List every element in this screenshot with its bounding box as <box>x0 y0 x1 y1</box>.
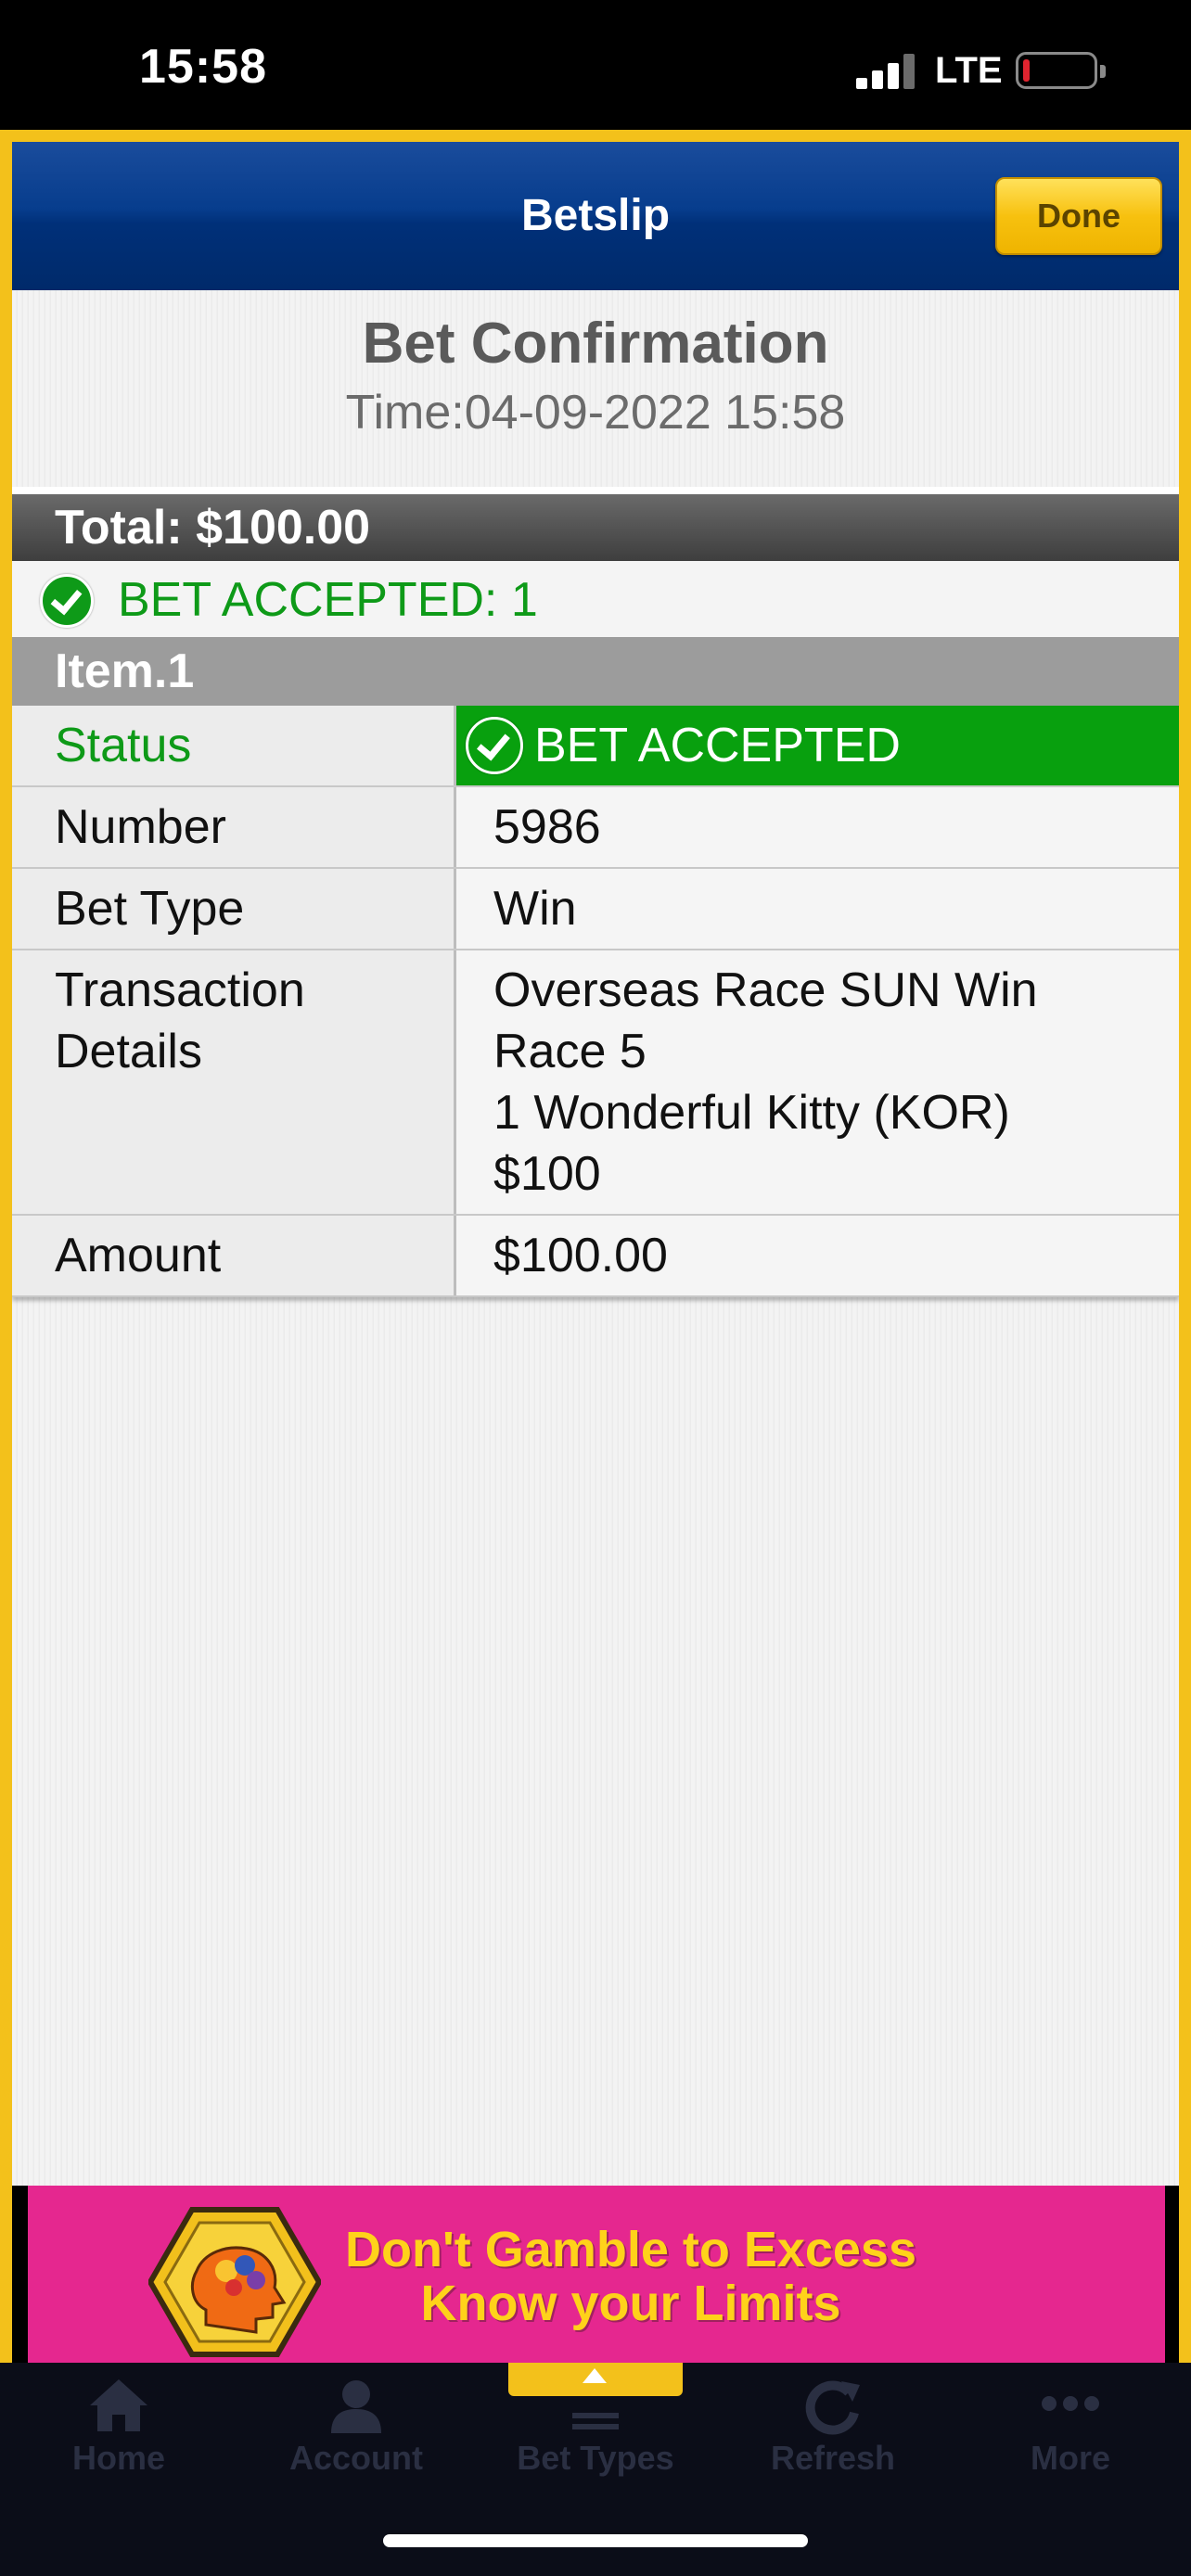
transaction-line: Overseas Race SUN Win <box>493 963 1038 1017</box>
done-button[interactable]: Done <box>995 177 1162 255</box>
divider <box>12 487 1179 494</box>
confirmation-content: Bet Confirmation Time:04-09-2022 15:58 T… <box>12 290 1179 2315</box>
status-label: Status <box>12 706 456 785</box>
tab-label: Home <box>71 2439 166 2477</box>
transaction-label: Transaction Details <box>12 950 456 1214</box>
tab-label: Bet Types <box>517 2439 674 2477</box>
tab-refresh[interactable]: Refresh <box>714 2363 952 2493</box>
bet-type-label: Bet Type <box>12 869 456 949</box>
table-row-amount: Amount $100.00 <box>12 1216 1179 1297</box>
item-title: Item.1 <box>12 637 1179 706</box>
table-row-status: Status BET ACCEPTED <box>12 706 1179 787</box>
transaction-label-line: Transaction <box>55 963 305 1017</box>
betslip-header: Betslip Done <box>12 142 1179 290</box>
home-indicator[interactable] <box>383 2534 808 2547</box>
amount-value: $100.00 <box>456 1216 1179 1295</box>
total-amount: Total: $100.00 <box>12 494 1179 561</box>
tab-home[interactable]: Home <box>0 2363 237 2493</box>
transaction-line: $100 <box>493 1147 601 1201</box>
refresh-icon <box>805 2380 860 2435</box>
ios-status-bar: 15:58 LTE <box>0 0 1191 130</box>
number-label: Number <box>12 787 456 867</box>
bet-type-value: Win <box>456 869 1179 949</box>
banner-line-2: Know your Limits <box>420 2276 841 2331</box>
more-icon <box>1042 2396 1099 2411</box>
bet-detail-table: Status BET ACCEPTED Number 5986 Bet Type… <box>12 706 1179 1297</box>
status-time: 15:58 <box>139 40 267 94</box>
table-row-number: Number 5986 <box>12 787 1179 869</box>
accepted-count: BET ACCEPTED: 1 <box>118 573 538 627</box>
transaction-label-line: Details <box>55 1025 202 1078</box>
check-circle-icon <box>466 717 523 774</box>
tab-label: More <box>1030 2439 1110 2477</box>
table-row-bet-type: Bet Type Win <box>12 869 1179 950</box>
bet-types-expand-handle[interactable] <box>508 2363 683 2396</box>
table-row-transaction: Transaction Details Overseas Race SUN Wi… <box>12 950 1179 1216</box>
accepted-summary: BET ACCEPTED: 1 <box>12 561 1179 637</box>
responsible-gambling-banner[interactable]: Don't Gamble to Excess Know your Limits <box>12 2186 1179 2363</box>
tab-more[interactable]: More <box>952 2363 1189 2493</box>
check-circle-icon <box>40 574 94 628</box>
banner-line-1: Don't Gamble to Excess <box>344 2222 917 2277</box>
confirmation-title: Bet Confirmation <box>362 312 829 376</box>
number-value: 5986 <box>456 787 1179 867</box>
status-value: BET ACCEPTED <box>534 719 901 772</box>
betslip-panel: Betslip Done Bet Confirmation Time:04-09… <box>0 130 1191 2363</box>
network-type: LTE <box>935 50 1003 91</box>
tab-label: Account <box>289 2439 423 2477</box>
transaction-line: Race 5 <box>493 1025 647 1078</box>
signal-icon <box>856 52 921 89</box>
status-value-cell: BET ACCEPTED <box>456 706 1179 785</box>
transaction-line: 1 Wonderful Kitty (KOR) <box>493 1086 1010 1140</box>
home-icon <box>90 2379 147 2431</box>
battery-icon <box>1016 52 1106 89</box>
transaction-value: Overseas Race SUN Win Race 5 1 Wonderful… <box>456 950 1179 1214</box>
account-icon <box>331 2380 381 2433</box>
amount-label: Amount <box>12 1216 456 1295</box>
tab-account[interactable]: Account <box>237 2363 475 2493</box>
tab-label: Refresh <box>770 2439 896 2477</box>
confirmation-time: Time:04-09-2022 15:58 <box>345 386 846 440</box>
